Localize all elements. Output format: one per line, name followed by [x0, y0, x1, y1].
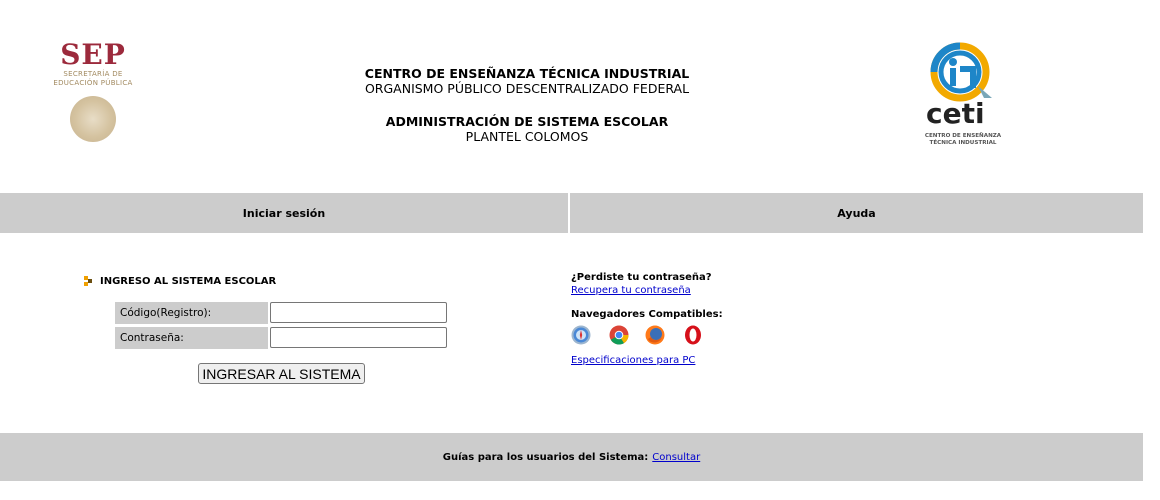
chrome-icon[interactable]: [609, 325, 629, 345]
login-heading: INGRESO AL SISTEMA ESCOLAR: [84, 276, 276, 287]
pc-specs-link[interactable]: Especificaciones para PC: [571, 355, 695, 366]
ceti-logo-subtitle-2: TÉCNICA INDUSTRIAL: [929, 140, 997, 146]
tab-help[interactable]: Ayuda: [570, 193, 1143, 233]
sep-logo-subtitle-2: EDUCACIÓN PÚBLICA: [53, 79, 133, 87]
forgot-password-title: ¿Perdiste tu contraseña?: [571, 272, 712, 283]
login-heading-text: INGRESO AL SISTEMA ESCOLAR: [100, 276, 277, 287]
compatible-browsers-title: Navegadores Compatibles:: [571, 309, 723, 320]
tab-login[interactable]: Iniciar sesión: [0, 193, 568, 233]
national-seal-icon: [70, 96, 116, 142]
code-input[interactable]: [270, 302, 447, 323]
code-label: Código(Registro):: [115, 302, 268, 324]
footer-consult-link[interactable]: Consultar: [652, 452, 700, 463]
ceti-logo: ceti CENTRO DE ENSEÑANZA TÉCNICA INDUSTR…: [918, 42, 1008, 152]
password-input[interactable]: [270, 327, 447, 348]
page-title: CENTRO DE ENSEÑANZA TÉCNICA INDUSTRIAL O…: [300, 66, 754, 144]
firefox-icon[interactable]: [645, 325, 665, 345]
bullet-icon: [84, 276, 93, 287]
institution-type: ORGANISMO PÚBLICO DESCENTRALIZADO FEDERA…: [364, 81, 690, 96]
recover-password-link[interactable]: Recupera tu contraseña: [571, 285, 691, 296]
system-name: ADMINISTRACIÓN DE SISTEMA ESCOLAR: [385, 114, 669, 129]
footer-label: Guías para los usuarios del Sistema:: [442, 451, 649, 463]
ceti-logo-word: ceti: [926, 97, 985, 130]
login-submit-button[interactable]: INGRESAR AL SISTEMA: [198, 363, 365, 384]
institution-name: CENTRO DE ENSEÑANZA TÉCNICA INDUSTRIAL: [364, 66, 690, 81]
nav-bar: Iniciar sesión Ayuda: [0, 193, 1143, 233]
safari-icon[interactable]: [571, 325, 591, 345]
ceti-logo-subtitle-1: CENTRO DE ENSEÑANZA: [924, 133, 1002, 139]
sep-logo-subtitle-1: SECRETARÍA DE: [63, 70, 123, 78]
footer-bar: Guías para los usuarios del Sistema: Con…: [0, 433, 1143, 481]
opera-icon[interactable]: [683, 325, 703, 345]
campus-name: PLANTEL COLOMOS: [465, 129, 589, 144]
sep-logo: SEP SECRETARÍA DE EDUCACIÓN PÚBLICA: [44, 40, 142, 152]
password-label: Contraseña:: [115, 327, 268, 349]
sep-logo-title: SEP: [60, 38, 126, 71]
ceti-logo-subtitle: CENTRO DE ENSEÑANZA TÉCNICA INDUSTRIAL: [920, 133, 1006, 147]
ceti-emblem-icon: [930, 42, 992, 102]
